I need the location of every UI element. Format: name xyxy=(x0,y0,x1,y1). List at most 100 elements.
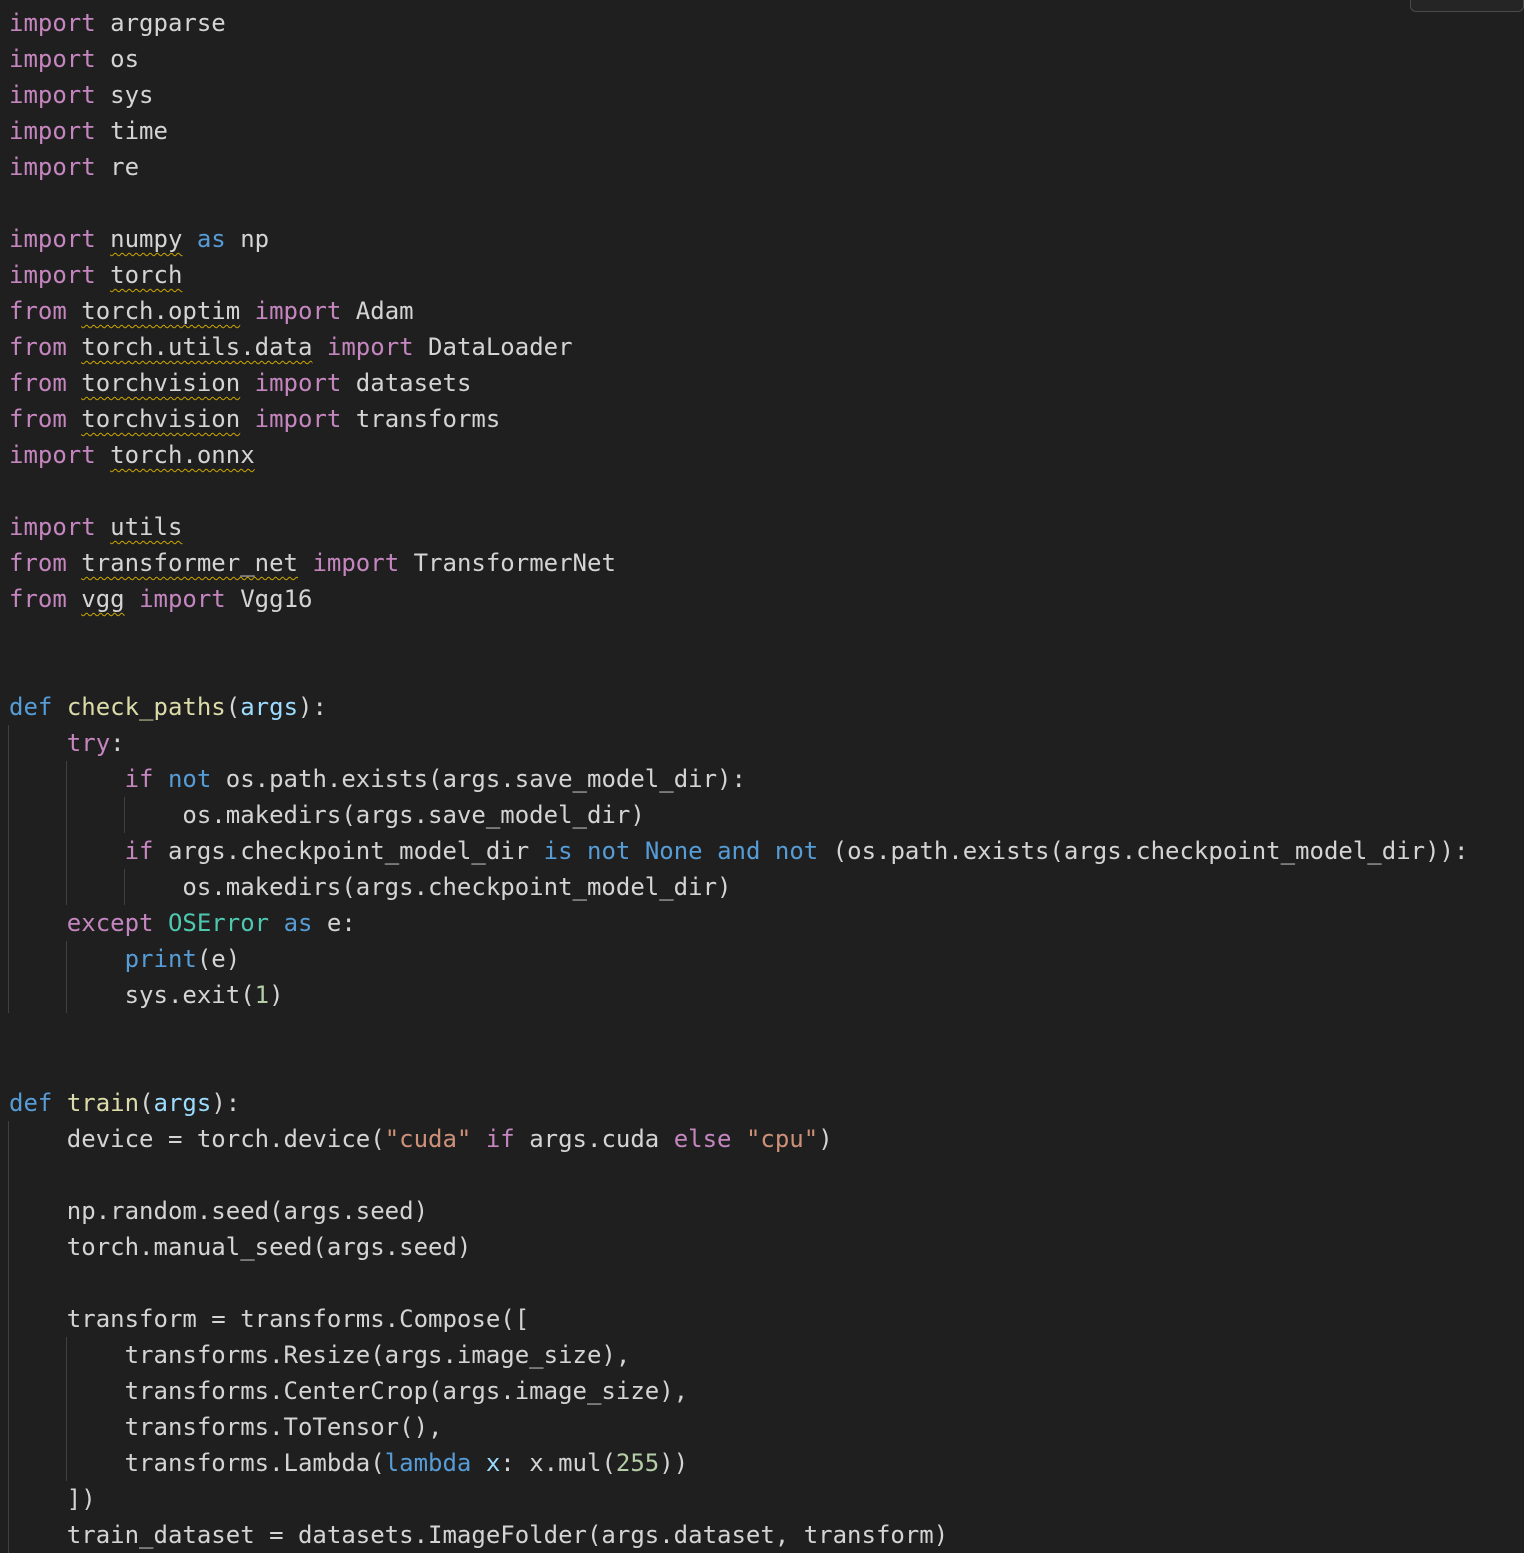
code-line[interactable]: if args.checkpoint_model_dir is not None… xyxy=(8,833,1468,869)
code-line[interactable] xyxy=(9,1049,1468,1085)
code-token: os.makedirs(args.save_model_dir) xyxy=(182,801,645,829)
code-token: from xyxy=(9,585,67,613)
code-token: ( xyxy=(139,1089,154,1117)
code-line[interactable]: from torchvision import transforms xyxy=(9,401,1468,437)
code-line[interactable]: import torch xyxy=(9,257,1468,293)
code-token: e: xyxy=(312,909,356,937)
code-line[interactable] xyxy=(9,185,1468,221)
code-line[interactable] xyxy=(9,617,1468,653)
code-line[interactable]: sys.exit(1) xyxy=(8,977,1468,1013)
code-line[interactable] xyxy=(8,1265,1468,1301)
code-token: import xyxy=(9,153,96,181)
code-token: import xyxy=(9,9,96,37)
indent-guide xyxy=(8,833,9,869)
code-line[interactable]: import argparse xyxy=(9,5,1468,41)
code-lines[interactable]: import argparse import os import sys import… xyxy=(8,5,1468,1553)
code-token: os.path.exists(args.save_model_dir): xyxy=(211,765,746,793)
code-line[interactable]: transforms.Resize(args.image_size), xyxy=(8,1337,1468,1373)
code-line[interactable]: from torch.utils.data import DataLoader xyxy=(9,329,1468,365)
unresolved-import-token: torch.optim xyxy=(81,297,241,325)
code-token: np xyxy=(225,225,270,253)
unresolved-import-token: torchvision xyxy=(81,369,241,397)
code-token: import xyxy=(9,225,96,253)
indent-guide xyxy=(8,1409,9,1445)
code-token: 1 xyxy=(254,981,270,1009)
code-line[interactable]: import time xyxy=(9,113,1468,149)
code-line[interactable]: os.makedirs(args.save_model_dir) xyxy=(8,797,1468,833)
code-line[interactable]: transforms.CenterCrop(args.image_size), xyxy=(8,1373,1468,1409)
indent-guide xyxy=(123,797,125,833)
code-line[interactable]: def train(args): xyxy=(9,1085,1468,1121)
code-line[interactable]: os.makedirs(args.checkpoint_model_dir) xyxy=(8,869,1468,905)
code-line[interactable] xyxy=(9,1013,1468,1049)
code-line[interactable]: np.random.seed(args.seed) xyxy=(8,1193,1468,1229)
indent-guide xyxy=(8,1301,9,1337)
code-token: "cpu" xyxy=(745,1125,819,1153)
code-token: os.makedirs(args.checkpoint_model_dir) xyxy=(182,873,732,901)
indent-guide xyxy=(8,1157,9,1193)
code-line[interactable]: transform = transforms.Compose([ xyxy=(8,1301,1468,1337)
indent-guide xyxy=(8,1121,9,1157)
unresolved-import-token: transformer_net xyxy=(81,549,298,577)
code-line[interactable]: import os xyxy=(9,41,1468,77)
code-editor[interactable]: import argparse import os import sys import… xyxy=(0,0,1524,1553)
code-line[interactable]: from vgg import Vgg16 xyxy=(9,581,1468,617)
code-token: ) xyxy=(818,1125,833,1153)
unresolved-import-token: torch xyxy=(110,261,183,289)
code-line[interactable]: train_dataset = datasets.ImageFolder(arg… xyxy=(8,1517,1468,1553)
code-line[interactable]: transforms.Lambda(lambda x: x.mul(255)) xyxy=(8,1445,1468,1481)
code-line[interactable]: torch.manual_seed(args.seed) xyxy=(8,1229,1468,1265)
code-line[interactable]: device = torch.device("cuda" if args.cud… xyxy=(8,1121,1468,1157)
code-line[interactable] xyxy=(8,1157,1468,1193)
code-line[interactable]: except OSError as e: xyxy=(8,905,1468,941)
code-line[interactable]: from torch.optim import Adam xyxy=(9,293,1468,329)
code-line[interactable]: from transformer_net import TransformerN… xyxy=(9,545,1468,581)
code-line[interactable]: import torch.onnx xyxy=(9,437,1468,473)
code-line[interactable]: from torchvision import datasets xyxy=(9,365,1468,401)
code-token: print xyxy=(124,945,197,973)
code-token: Vgg16 xyxy=(225,585,313,613)
code-line[interactable]: ]) xyxy=(8,1481,1468,1517)
code-line[interactable]: try: xyxy=(8,725,1468,761)
indent-guide xyxy=(8,761,9,797)
code-line[interactable]: def check_paths(args): xyxy=(9,689,1468,725)
code-line[interactable]: transforms.ToTensor(), xyxy=(8,1409,1468,1445)
unresolved-import-token: utils xyxy=(110,513,183,541)
indent-guide xyxy=(8,725,9,761)
unresolved-import-token: numpy xyxy=(110,225,183,253)
code-token: if xyxy=(485,1125,515,1153)
code-line[interactable]: if not os.path.exists(args.save_model_di… xyxy=(8,761,1468,797)
code-token: else xyxy=(673,1125,732,1153)
code-line[interactable] xyxy=(9,653,1468,689)
code-line[interactable] xyxy=(9,473,1468,509)
code-token: args xyxy=(153,1089,212,1117)
code-line[interactable]: import re xyxy=(9,149,1468,185)
code-line[interactable]: import numpy as np xyxy=(9,221,1468,257)
indent-guide xyxy=(8,941,9,977)
code-token: is xyxy=(543,837,573,865)
indent-guide xyxy=(8,977,9,1013)
code-line[interactable]: print(e) xyxy=(8,941,1468,977)
code-line[interactable]: import utils xyxy=(9,509,1468,545)
indent-guide xyxy=(8,1337,9,1373)
code-line[interactable]: import sys xyxy=(9,77,1468,113)
indent-guide xyxy=(65,797,67,833)
